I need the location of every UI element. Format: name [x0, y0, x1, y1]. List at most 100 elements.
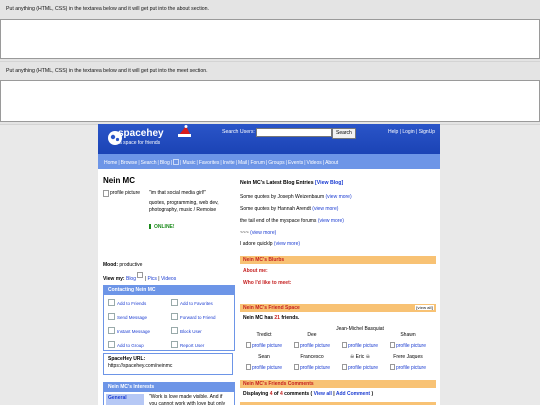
blog-heading: Nein MC's Latest Blog Entries [View Blog… [240, 180, 344, 186]
block-icon [171, 327, 178, 334]
meet-textarea[interactable] [0, 80, 540, 122]
forward-icon [171, 313, 178, 320]
login-link[interactable]: Login [402, 129, 414, 135]
view-more-link[interactable]: (view more) [326, 194, 352, 200]
friend-name[interactable]: ☠ Eric ☠ [336, 354, 384, 360]
nav-browse[interactable]: Browse [121, 160, 138, 166]
friend-picture[interactable]: profile picture [336, 342, 384, 349]
comments-summary: Displaying 4 of 4 comments ( View all | … [243, 391, 374, 397]
add-to-favorites-button[interactable]: Add to Favorites [171, 299, 213, 306]
nav-groups[interactable]: Groups [268, 160, 284, 166]
instant-message-button[interactable]: Instant Message [108, 327, 150, 334]
blog-entry: ~~~ (view more) [240, 230, 277, 236]
interests-category: General [106, 394, 144, 405]
block-user-button[interactable]: Block User [171, 327, 202, 334]
interests-box: Nein MC's Interests General "Work is lov… [103, 382, 235, 405]
friend-picture[interactable]: profile picture [384, 342, 432, 349]
who-meet-heading: Who I'd like to meet: [243, 280, 292, 286]
contact-title: Contacting Nein MC [104, 286, 234, 295]
group-icon [108, 341, 115, 348]
nav-about[interactable]: About [325, 160, 338, 166]
nav-invite[interactable]: Invite [223, 160, 235, 166]
add-to-friends-button[interactable]: Add to Friends [108, 299, 146, 306]
view-more-link[interactable]: (view more) [274, 241, 300, 247]
blog-entry: I adore quicklp (view more) [240, 241, 301, 247]
view-pics-link[interactable]: Pics [147, 276, 156, 282]
view-my: View my: Blog | Pics | Videos [103, 272, 176, 282]
nav-image-icon [173, 159, 180, 165]
about-editor-hint: Put anything (HTML, CSS) in the textarea… [6, 6, 209, 12]
contact-box: Contacting Nein MC Add to Friends Add to… [103, 285, 235, 351]
help-link[interactable]: Help [388, 129, 398, 135]
site-header: spacehey a space for friends Search User… [98, 124, 440, 154]
interests-text: "Work is love made visible. And if you c… [149, 394, 226, 405]
nav-videos[interactable]: Videos [307, 160, 322, 166]
nav-blog[interactable]: Blog [160, 160, 170, 166]
blog-entry: Some quotes by Joseph Weizenbaum (view m… [240, 194, 352, 200]
forward-to-friend-button[interactable]: Forward to Friend [171, 313, 216, 320]
friend-space-header: Nein MC's Friend Space [view all] [240, 304, 436, 312]
view-all-friends-link[interactable]: [view all] [415, 305, 434, 310]
view-more-link[interactable]: (view more) [312, 206, 338, 212]
search-button[interactable]: Search [332, 128, 356, 139]
online-icon [149, 224, 151, 229]
view-more-link[interactable]: (view more) [318, 218, 344, 224]
search-label: Search Users: [222, 129, 255, 135]
message-icon [108, 313, 115, 320]
friend-name[interactable]: Frere Jaques [384, 354, 432, 360]
site-name[interactable]: spacehey [118, 128, 164, 139]
signup-link[interactable]: SignUp [419, 129, 435, 135]
nav-mail[interactable]: Mail [238, 160, 247, 166]
friend-picture[interactable]: profile picture [288, 342, 336, 349]
profile-url-box: SpaceHey URL: https://spacehey.com/neinm… [103, 353, 233, 375]
favorite-icon [171, 299, 178, 306]
nav-forum[interactable]: Forum [250, 160, 264, 166]
profile-url-value[interactable]: https://spacehey.com/neinmc [108, 363, 228, 370]
santa-hat-icon [178, 125, 191, 137]
nav-favorites[interactable]: Favorites [199, 160, 220, 166]
about-me-heading: About me: [243, 268, 268, 274]
view-more-link[interactable]: (view more) [250, 230, 276, 236]
friend-picture[interactable]: profile picture [384, 364, 432, 371]
about-textarea[interactable] [0, 19, 540, 59]
friend-name[interactable]: Francesco [288, 354, 336, 360]
friend-name[interactable]: Dee [288, 332, 336, 338]
add-to-group-button[interactable]: Add to Group [108, 341, 144, 348]
view-all-comments-link[interactable]: View all [314, 391, 332, 397]
friend-name[interactable]: Sean [240, 354, 288, 360]
view-videos-link[interactable]: Videos [161, 276, 176, 282]
profile-quote: "im that social media girl!" quotes, pro… [149, 190, 219, 213]
friend-picture[interactable]: profile picture [240, 364, 288, 371]
interests-title: Nein MC's Interests [104, 383, 234, 392]
add-friend-icon [108, 299, 115, 306]
account-links: Help | Login | SignUp [388, 129, 436, 135]
nav-music[interactable]: Music [182, 160, 195, 166]
site-tagline: a space for friends [119, 140, 161, 146]
online-status: ONLINE! [149, 224, 175, 230]
meet-editor: Put anything (HTML, CSS) in the textarea… [0, 62, 540, 125]
profile-picture: profile picture [103, 190, 146, 210]
friend-picture[interactable]: profile picture [240, 342, 288, 349]
nav-home[interactable]: Home [104, 160, 117, 166]
mood: Mood: productive [103, 262, 143, 268]
profile-url-label: SpaceHey URL: [108, 356, 146, 362]
main-nav: Home|Browse|Search|Blog| |Music|Favorites… [98, 154, 440, 169]
meet-editor-hint: Put anything (HTML, CSS) in the textarea… [6, 68, 208, 74]
friend-space-title: Nein MC's Friend Space [243, 305, 300, 311]
blurbs-title: Nein MC's Blurbs [240, 256, 436, 264]
report-icon [171, 341, 178, 348]
view-blog-link[interactable]: Blog [126, 276, 136, 282]
friend-name[interactable]: Shawn [384, 332, 432, 338]
report-user-button[interactable]: Report User [171, 341, 204, 348]
add-comment-link[interactable]: Add Comment [336, 391, 370, 397]
nav-search[interactable]: Search [141, 160, 157, 166]
view-blog-link-right[interactable]: [View Blog] [315, 180, 343, 186]
friend-name[interactable]: Tredict [240, 332, 288, 338]
nav-events[interactable]: Events [288, 160, 303, 166]
friend-picture[interactable]: profile picture [336, 364, 384, 371]
search-input[interactable] [256, 128, 332, 137]
send-message-button[interactable]: Send Message [108, 313, 147, 320]
friend-picture[interactable]: profile picture [288, 364, 336, 371]
blog-entry: the tail end of the myspace forums (view… [240, 218, 344, 224]
friend-name[interactable]: Jean-Michel Basquiat [336, 326, 384, 332]
